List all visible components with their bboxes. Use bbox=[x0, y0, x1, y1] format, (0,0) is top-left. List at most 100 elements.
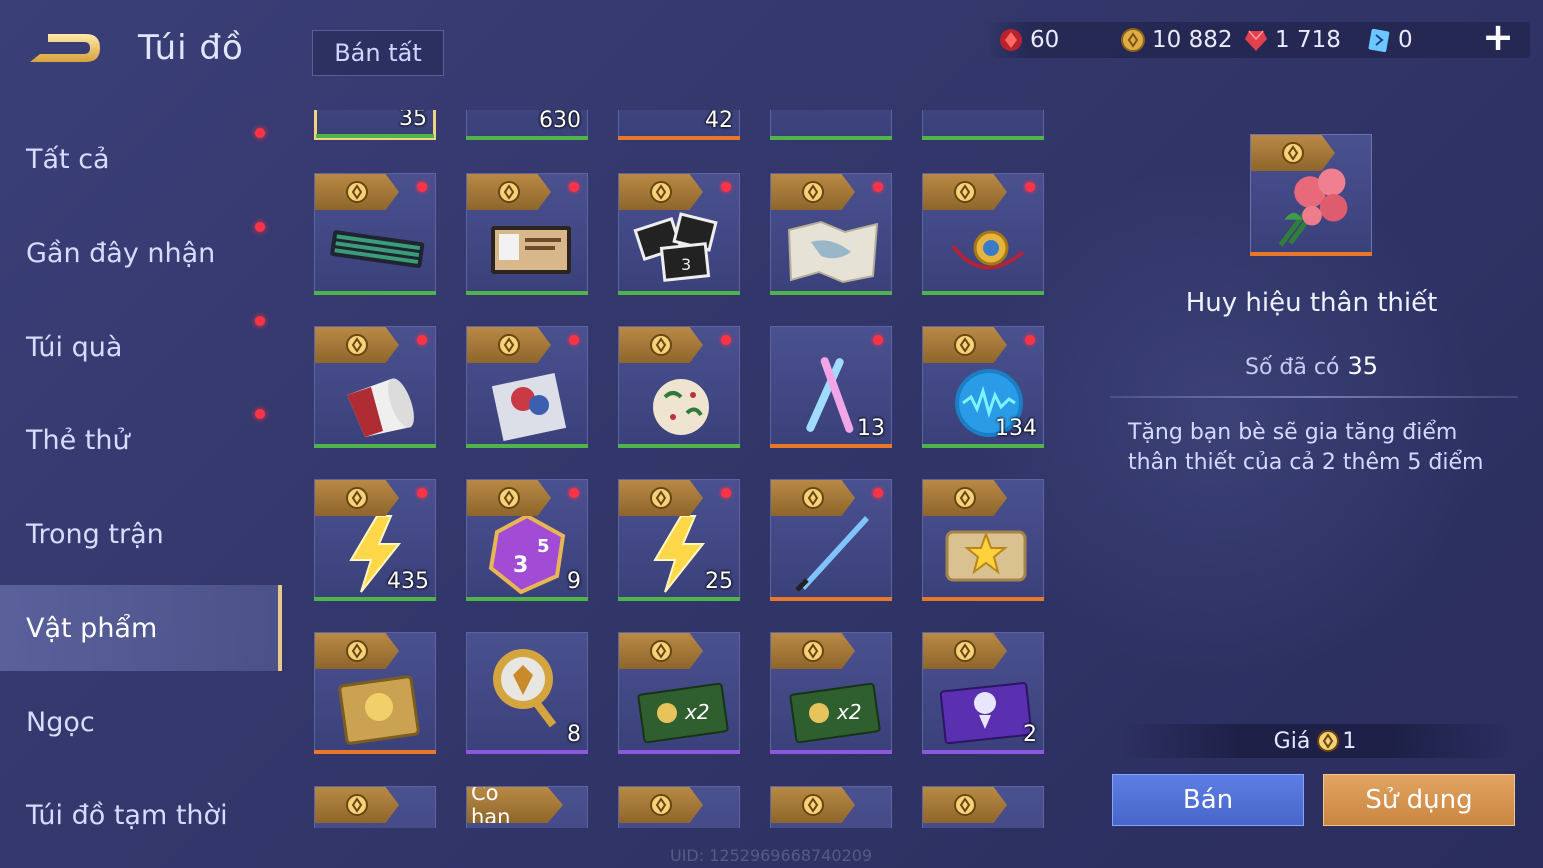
sidebar-item-recent[interactable]: Gần đây nhận bbox=[0, 210, 282, 296]
inventory-slot[interactable]: 25 bbox=[618, 479, 740, 601]
currency-red-gem: 60 bbox=[998, 24, 1059, 56]
rarity-bar bbox=[922, 291, 1044, 295]
notification-dot bbox=[873, 488, 883, 498]
sidebar-item-label: Vật phẩm bbox=[26, 612, 158, 644]
inventory-slot[interactable]: Có hạn bbox=[466, 786, 588, 828]
gold-coin-icon bbox=[498, 487, 520, 509]
owned-value: 35 bbox=[1347, 352, 1378, 380]
multiplier-label: x2 bbox=[684, 700, 710, 724]
inventory-slot[interactable] bbox=[466, 326, 588, 448]
rarity-bar bbox=[922, 597, 1044, 601]
page-title: Túi đồ bbox=[138, 28, 244, 68]
rarity-bar bbox=[466, 444, 588, 448]
notification-dot bbox=[255, 222, 265, 232]
currency-ruby: 1 718 bbox=[1243, 24, 1341, 56]
sidebar-item-temp-bag[interactable]: Túi đồ tạm thời bbox=[0, 772, 282, 858]
sidebar-item-gift-bags[interactable]: Túi quà bbox=[0, 304, 282, 390]
notification-dot bbox=[721, 488, 731, 498]
price-tag bbox=[315, 787, 399, 823]
gold-coin-icon bbox=[650, 794, 672, 816]
sidebar-item-all[interactable]: Tất cả bbox=[0, 116, 282, 202]
notification-dot bbox=[255, 128, 265, 138]
use-button[interactable]: Sử dụng bbox=[1323, 774, 1515, 826]
currency-ticket: 0 bbox=[1366, 24, 1413, 56]
inventory-slot[interactable]: 3 bbox=[618, 173, 740, 295]
owned-label: Số đã có bbox=[1245, 355, 1340, 380]
sidebar-item-label: Gần đây nhận bbox=[26, 237, 216, 269]
inventory-slot[interactable] bbox=[618, 326, 740, 448]
back-arrow-icon bbox=[30, 34, 100, 62]
inventory-slot[interactable] bbox=[314, 173, 436, 295]
item-detail-panel: Huy hiệu thân thiết Số đã có 35 Tặng bạn … bbox=[1080, 110, 1543, 868]
gold-coin-icon bbox=[650, 640, 672, 662]
inventory-slot[interactable]: 35 bbox=[314, 110, 436, 140]
add-currency-button[interactable]: + bbox=[1480, 18, 1516, 56]
sidebar-item-trial-cards[interactable]: Thẻ thử bbox=[0, 397, 282, 483]
inventory-slot[interactable] bbox=[770, 110, 892, 140]
inventory-slot[interactable] bbox=[770, 479, 892, 601]
notification-dot bbox=[569, 488, 579, 498]
inventory-slot[interactable] bbox=[770, 173, 892, 295]
rarity-bar bbox=[922, 750, 1044, 754]
selected-item-icon bbox=[1250, 134, 1372, 256]
inventory-slot[interactable]: 435 bbox=[314, 479, 436, 601]
inventory-slot[interactable] bbox=[922, 786, 1044, 828]
rarity-bar bbox=[922, 444, 1044, 448]
inventory-slot[interactable]: 8 bbox=[466, 632, 588, 754]
gold-coin-icon bbox=[650, 334, 672, 356]
inventory-slot[interactable]: 42 bbox=[618, 110, 740, 140]
gold-coin-icon bbox=[650, 181, 672, 203]
inventory-slot[interactable] bbox=[922, 110, 1044, 140]
price-tag bbox=[315, 174, 399, 210]
sidebar-item-label: Tất cả bbox=[26, 143, 110, 175]
multiplier-label: x2 bbox=[836, 700, 862, 724]
notification-dot bbox=[1025, 182, 1035, 192]
gold-coin-icon bbox=[954, 640, 976, 662]
inventory-slot[interactable] bbox=[770, 786, 892, 828]
inventory-slot[interactable] bbox=[922, 479, 1044, 601]
rarity-bar bbox=[466, 291, 588, 295]
inventory-slot[interactable]: 2 bbox=[922, 632, 1044, 754]
currency-value: 1 718 bbox=[1275, 27, 1341, 53]
back-button[interactable] bbox=[26, 28, 104, 72]
item-count: 42 bbox=[705, 110, 733, 133]
gold-coin-icon bbox=[954, 487, 976, 509]
gold-coin-icon bbox=[498, 334, 520, 356]
sidebar-item-in-match[interactable]: Trong trận bbox=[0, 491, 282, 577]
price-tag bbox=[467, 327, 551, 363]
item-count: 35 bbox=[399, 110, 427, 131]
gold-coin-icon bbox=[954, 794, 976, 816]
rarity-bar bbox=[314, 597, 436, 601]
inventory-slot[interactable] bbox=[618, 786, 740, 828]
sidebar-item-label: Túi đồ tạm thời bbox=[26, 799, 228, 831]
inventory-slot[interactable]: x2 bbox=[770, 632, 892, 754]
rarity-bar bbox=[770, 750, 892, 754]
inventory-slot[interactable] bbox=[314, 632, 436, 754]
rarity-bar bbox=[922, 136, 1044, 140]
sidebar-item-items[interactable]: Vật phẩm bbox=[0, 585, 282, 671]
sell-button[interactable]: Bán bbox=[1112, 774, 1304, 826]
gold-coin-icon bbox=[346, 487, 368, 509]
inventory-slot[interactable] bbox=[922, 173, 1044, 295]
limited-tag: Có hạn bbox=[467, 787, 563, 823]
gold-coin-icon bbox=[802, 794, 824, 816]
ruby-icon bbox=[1245, 30, 1267, 51]
inventory-slot[interactable]: 630 bbox=[466, 110, 588, 140]
inventory-slot[interactable]: 134 bbox=[922, 326, 1044, 448]
inventory-slot[interactable]: x2 bbox=[618, 632, 740, 754]
price-tag bbox=[771, 174, 855, 210]
header: Túi đồ Bán tất 60 10 882 1 718 0 + bbox=[0, 0, 1543, 100]
rarity-bar bbox=[466, 750, 588, 754]
inventory-slot[interactable]: 35 9 bbox=[466, 479, 588, 601]
price-tag bbox=[315, 633, 399, 669]
inventory-slot[interactable] bbox=[314, 786, 436, 828]
inventory-slot[interactable] bbox=[466, 173, 588, 295]
item-name: Huy hiệu thân thiết bbox=[1185, 288, 1438, 318]
ticket-icon bbox=[1368, 28, 1390, 53]
inventory-slot[interactable]: 13 bbox=[770, 326, 892, 448]
sell-all-button[interactable]: Bán tất bbox=[312, 30, 444, 76]
notification-dot bbox=[417, 335, 427, 345]
sidebar-item-gems[interactable]: Ngọc bbox=[0, 679, 282, 765]
gold-coin-icon bbox=[650, 487, 672, 509]
inventory-slot[interactable] bbox=[314, 326, 436, 448]
